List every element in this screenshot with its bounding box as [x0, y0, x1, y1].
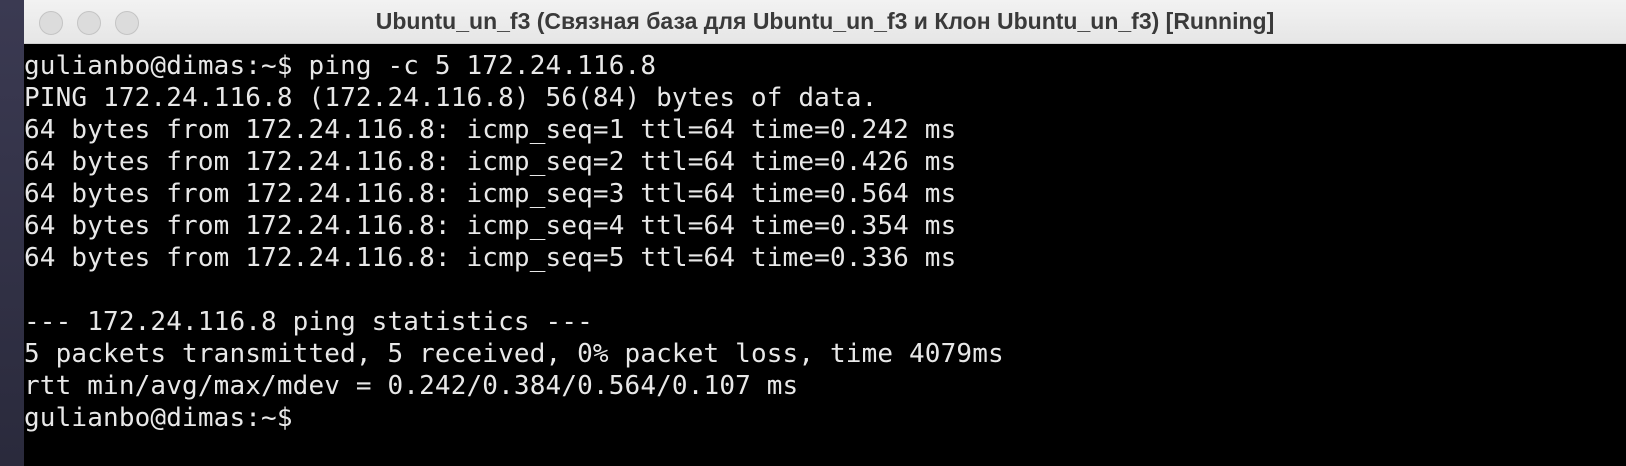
- terminal-line-reply: 64 bytes from 172.24.116.8: icmp_seq=4 t…: [24, 211, 957, 241]
- terminal-line-ping-header: PING 172.24.116.8 (172.24.116.8) 56(84) …: [24, 83, 878, 113]
- terminal-line-reply: 64 bytes from 172.24.116.8: icmp_seq=1 t…: [24, 115, 957, 145]
- terminal-line-prompt: gulianbo@dimas:~$: [24, 403, 293, 433]
- terminal-line-stats-rtt: rtt min/avg/max/mdev = 0.242/0.384/0.564…: [24, 371, 799, 401]
- terminal-line-stats-packets: 5 packets transmitted, 5 received, 0% pa…: [24, 339, 1004, 369]
- terminal-line-reply: 64 bytes from 172.24.116.8: icmp_seq=3 t…: [24, 179, 957, 209]
- terminal-line-reply: 64 bytes from 172.24.116.8: icmp_seq=5 t…: [24, 243, 957, 273]
- terminal-line-reply: 64 bytes from 172.24.116.8: icmp_seq=2 t…: [24, 147, 957, 177]
- terminal-screen[interactable]: gulianbo@dimas:~$ ping -c 5 172.24.116.8…: [24, 50, 1626, 466]
- terminal-line-stats-header: --- 172.24.116.8 ping statistics ---: [24, 307, 593, 337]
- vm-window: Ubuntu_un_f3 (Связная база для Ubuntu_un…: [24, 0, 1626, 466]
- window-title: Ubuntu_un_f3 (Связная база для Ubuntu_un…: [375, 8, 1275, 34]
- terminal-line-command: gulianbo@dimas:~$ ping -c 5 172.24.116.8: [24, 51, 657, 81]
- window-titlebar[interactable]: Ubuntu_un_f3 (Связная база для Ubuntu_un…: [24, 0, 1626, 44]
